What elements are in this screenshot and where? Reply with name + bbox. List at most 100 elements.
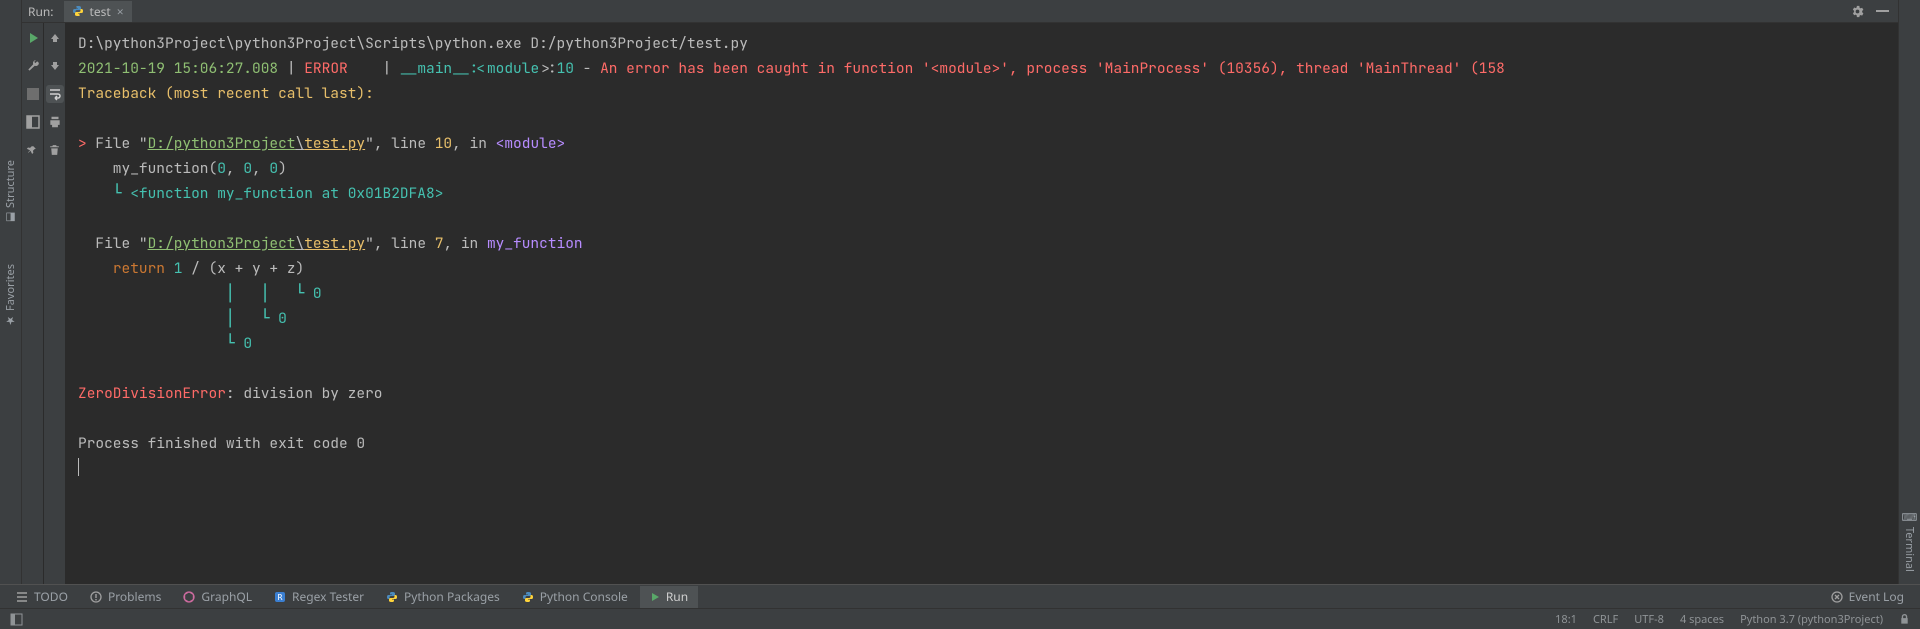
structure-label: Structure — [3, 160, 18, 208]
console-text — [78, 409, 87, 428]
console-text: Process finished with exit code 0 — [78, 434, 365, 453]
console-text: __main__ — [400, 59, 470, 78]
event-log-button[interactable]: Event Log — [1821, 586, 1914, 608]
console-text: ", line — [365, 234, 435, 253]
event-log-icon — [1831, 591, 1843, 603]
python-console-icon — [522, 591, 534, 603]
console-text: <function my_function at 0x01B2DFA8> — [130, 184, 443, 203]
console-text: - — [574, 59, 600, 78]
console-text — [78, 209, 87, 228]
tool-windows-icon[interactable] — [10, 613, 23, 626]
right-tool-rail: ⌨ Terminal — [1898, 0, 1920, 584]
console-line: 2021-10-19 15:06:27.008 | ERROR | __main… — [78, 56, 1886, 81]
run-header: Run: test × — [22, 0, 1898, 23]
toolwin-label: TODO — [34, 588, 68, 605]
console-text: , — [252, 159, 269, 178]
svg-text:R: R — [278, 593, 283, 602]
toolwin-regex[interactable]: RRegex Tester — [264, 586, 374, 608]
file-link[interactable]: test.py — [304, 234, 365, 253]
up-arrow-icon[interactable] — [46, 29, 64, 47]
down-arrow-icon[interactable] — [46, 57, 64, 75]
terminal-tool[interactable]: ⌨ Terminal — [1902, 511, 1917, 572]
toolwin-run[interactable]: Run — [640, 586, 698, 608]
console-text: return — [113, 259, 174, 278]
toolwin-pycon[interactable]: Python Console — [512, 586, 638, 608]
console-text: : — [226, 384, 243, 403]
indent-settings[interactable]: 4 spaces — [1680, 612, 1724, 627]
console-text: 10 — [557, 59, 574, 78]
console-output[interactable]: D:\python3Project\python3Project\Scripts… — [66, 23, 1898, 584]
terminal-icon: ⌨ — [1902, 511, 1917, 524]
toolwin-todo[interactable]: TODO — [6, 586, 78, 608]
console-text: File " — [78, 234, 148, 253]
toolwin-graphql[interactable]: GraphQL — [173, 586, 262, 608]
run-header-label: Run: — [24, 3, 58, 20]
file-link[interactable]: test.py — [304, 134, 365, 153]
minimize-icon[interactable] — [1875, 6, 1890, 16]
console-text: │ │ └ — [226, 284, 313, 303]
file-link[interactable]: \ — [296, 234, 305, 253]
console-line: > File "D:/python3Project\test.py", line… — [78, 131, 1886, 156]
soft-wrap-icon[interactable] — [46, 85, 64, 103]
caret-position[interactable]: 18:1 — [1555, 612, 1577, 627]
console-text — [78, 309, 226, 328]
todo-icon — [16, 591, 28, 603]
console-text: │ └ — [226, 309, 278, 328]
run-tool-window: Run: test × — [22, 0, 1898, 584]
lock-icon[interactable] — [1899, 613, 1910, 625]
wrench-icon[interactable] — [24, 57, 42, 75]
file-encoding[interactable]: UTF-8 — [1634, 612, 1664, 627]
console-text: Traceback (most recent call last): — [78, 84, 374, 103]
problems-icon — [90, 591, 102, 603]
console-text: 0 — [243, 334, 252, 353]
python-file-icon — [72, 5, 84, 17]
console-caret-line — [78, 456, 1886, 481]
console-text: └ — [78, 184, 130, 203]
file-link[interactable]: \ — [296, 134, 305, 153]
console-text: File " — [95, 134, 147, 153]
console-text: 0 — [269, 159, 278, 178]
gear-icon[interactable] — [1850, 4, 1865, 19]
run-tab-test[interactable]: test × — [64, 1, 132, 22]
console-text: 0 — [278, 309, 287, 328]
favorites-icon: ★ — [3, 314, 18, 327]
console-text: D:\python3Project\python3Project\Scripts… — [78, 34, 748, 53]
file-link[interactable]: D:/python3Project — [148, 234, 296, 253]
status-left — [10, 613, 23, 626]
bottom-tool-bar: TODO ProblemsGraphQLRRegex Tester Python P… — [0, 584, 1920, 608]
favorites-tool[interactable]: ★ Favorites — [3, 264, 18, 327]
console-text: my_function( — [78, 159, 217, 178]
console-text: : — [548, 59, 557, 78]
python-interpreter[interactable]: Python 3.7 (python3Project) — [1740, 612, 1883, 627]
file-link[interactable]: D:/python3Project — [148, 134, 296, 153]
console-text: , in — [452, 134, 496, 153]
layout-icon[interactable] — [24, 113, 42, 131]
run-tab-label: test — [90, 3, 111, 20]
trash-icon[interactable] — [46, 141, 64, 159]
console-text — [78, 259, 113, 278]
console-text: 0 — [217, 159, 226, 178]
console-text: : — [470, 59, 479, 78]
stop-icon[interactable] — [24, 85, 42, 103]
graphql-icon — [183, 591, 195, 603]
terminal-label: Terminal — [1902, 527, 1917, 572]
regex-icon: R — [274, 591, 286, 603]
line-separator[interactable]: CRLF — [1593, 612, 1618, 627]
run-gutter-secondary — [44, 23, 66, 584]
structure-tool[interactable]: ◧ Structure — [3, 160, 18, 224]
console-line: └ 0 — [78, 331, 1886, 356]
pin-icon[interactable] — [24, 141, 42, 159]
status-bar: 18:1 CRLF UTF-8 4 spaces Python 3.7 (pyt… — [0, 608, 1920, 629]
console-line — [78, 356, 1886, 381]
toolwin-label: Python Packages — [404, 588, 500, 605]
left-tool-rail: ◧ Structure ★ Favorites — [0, 0, 22, 584]
toolwin-problems[interactable]: Problems — [80, 586, 171, 608]
toolwin-pypkg[interactable]: Python Packages — [376, 586, 510, 608]
close-tab-icon[interactable]: × — [117, 3, 124, 20]
console-text: , in — [443, 234, 487, 253]
console-text: <module> — [478, 59, 548, 78]
run-icon — [650, 592, 660, 602]
print-icon[interactable] — [46, 113, 64, 131]
console-line — [78, 206, 1886, 231]
rerun-icon[interactable] — [24, 29, 42, 47]
